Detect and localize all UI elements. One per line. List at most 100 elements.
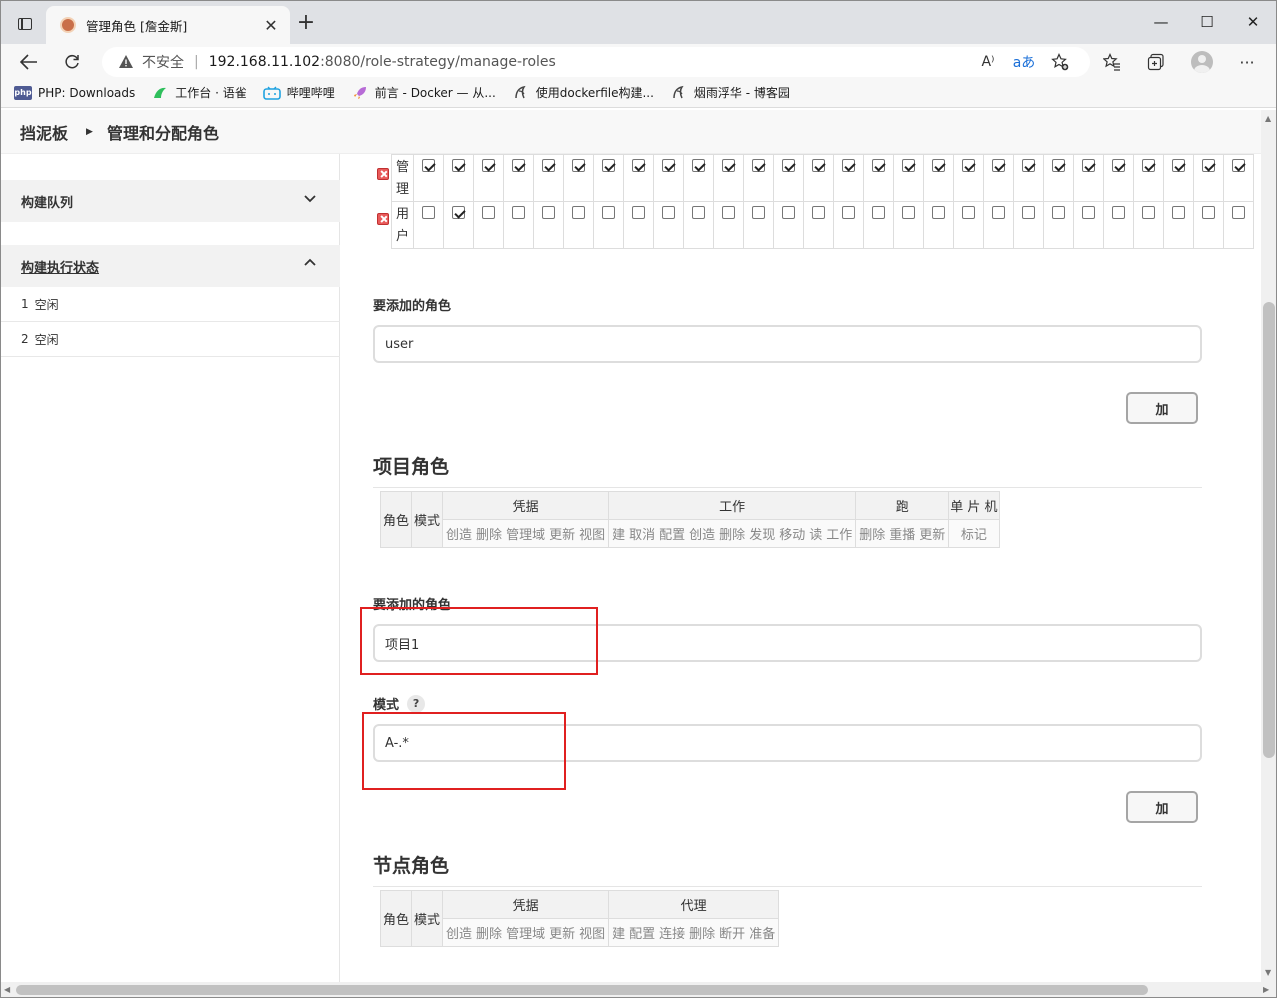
- breadcrumb-current[interactable]: 管理和分配角色: [107, 120, 219, 144]
- add-favorite-icon[interactable]: [1046, 47, 1074, 77]
- permission-checkbox[interactable]: [662, 159, 675, 172]
- permission-checkbox[interactable]: [1142, 159, 1155, 172]
- permission-checkbox[interactable]: [872, 206, 885, 219]
- tab-close-icon[interactable]: ✕: [260, 14, 282, 36]
- chevron-down-icon[interactable]: [304, 192, 316, 204]
- permission-checkbox[interactable]: [1202, 159, 1215, 172]
- executor-status-header[interactable]: 构建执行状态: [0, 245, 340, 287]
- bookmark-yuque[interactable]: 工作台 · 语雀: [151, 84, 247, 101]
- read-aloud-icon[interactable]: A⁾: [974, 47, 1002, 77]
- permission-checkbox[interactable]: [452, 159, 465, 172]
- refresh-icon[interactable]: [58, 48, 86, 76]
- permission-checkbox[interactable]: [782, 159, 795, 172]
- permission-checkbox[interactable]: [1142, 206, 1155, 219]
- permission-checkbox[interactable]: [842, 206, 855, 219]
- permission-checkbox[interactable]: [452, 206, 465, 219]
- global-role-name-input[interactable]: [373, 325, 1202, 363]
- permission-checkbox[interactable]: [782, 206, 795, 219]
- permission-checkbox[interactable]: [572, 206, 585, 219]
- permission-checkbox[interactable]: [1052, 159, 1065, 172]
- scroll-left-icon[interactable]: ◀: [4, 985, 10, 994]
- permission-checkbox[interactable]: [932, 159, 945, 172]
- translate-icon[interactable]: aあ: [1010, 47, 1038, 77]
- permission-checkbox[interactable]: [632, 159, 645, 172]
- permission-checkbox[interactable]: [1112, 159, 1125, 172]
- scroll-up-icon[interactable]: ▲: [1265, 114, 1271, 123]
- insecure-label[interactable]: 不安全: [142, 52, 184, 72]
- collections-icon[interactable]: [1142, 48, 1170, 76]
- permission-checkbox[interactable]: [1232, 206, 1245, 219]
- permission-checkbox[interactable]: [422, 159, 435, 172]
- permission-checkbox[interactable]: [602, 206, 615, 219]
- maximize-button[interactable]: ☐: [1184, 8, 1230, 36]
- permission-checkbox[interactable]: [1172, 206, 1185, 219]
- permission-checkbox[interactable]: [542, 159, 555, 172]
- permission-checkbox[interactable]: [752, 206, 765, 219]
- back-icon[interactable]: [15, 48, 43, 76]
- profile-avatar[interactable]: [1188, 48, 1216, 76]
- breadcrumb-separator-icon[interactable]: ▶: [86, 127, 93, 137]
- permission-checkbox[interactable]: [512, 206, 525, 219]
- permission-checkbox[interactable]: [1112, 206, 1125, 219]
- minimize-button[interactable]: —: [1138, 8, 1184, 36]
- close-window-button[interactable]: ✕: [1230, 8, 1276, 36]
- delete-role-icon[interactable]: [377, 168, 389, 180]
- permission-checkbox[interactable]: [992, 159, 1005, 172]
- permission-checkbox[interactable]: [692, 206, 705, 219]
- permission-checkbox[interactable]: [482, 159, 495, 172]
- tab-actions-icon[interactable]: [12, 12, 38, 36]
- permission-checkbox[interactable]: [482, 206, 495, 219]
- permission-checkbox[interactable]: [572, 159, 585, 172]
- url-bar[interactable]: 不安全 | 192.168.11.102 :8080/role-strategy…: [102, 47, 1090, 77]
- permission-checkbox[interactable]: [1082, 206, 1095, 219]
- permission-checkbox[interactable]: [992, 206, 1005, 219]
- permission-checkbox[interactable]: [842, 159, 855, 172]
- scroll-down-icon[interactable]: ▼: [1265, 968, 1271, 977]
- scroll-right-icon[interactable]: ▶: [1263, 985, 1269, 994]
- permission-checkbox[interactable]: [962, 159, 975, 172]
- chevron-up-icon[interactable]: [304, 257, 316, 269]
- breadcrumb-dashboard[interactable]: 挡泥板: [20, 120, 68, 144]
- permission-checkbox[interactable]: [902, 159, 915, 172]
- horizontal-scrollbar-thumb[interactable]: [16, 985, 1148, 995]
- permission-checkbox[interactable]: [692, 159, 705, 172]
- permission-checkbox[interactable]: [722, 159, 735, 172]
- permission-checkbox[interactable]: [1022, 159, 1035, 172]
- add-global-role-button[interactable]: 加: [1126, 392, 1198, 424]
- bookmark-bilibili[interactable]: 哔哩哔哩: [262, 84, 335, 101]
- permission-checkbox[interactable]: [932, 206, 945, 219]
- new-tab-button[interactable]: +: [294, 12, 318, 36]
- permission-checkbox[interactable]: [422, 206, 435, 219]
- permission-checkbox[interactable]: [602, 159, 615, 172]
- permission-checkbox[interactable]: [902, 206, 915, 219]
- bookmark-dockerfile[interactable]: 使用dockerfile构建...: [512, 84, 654, 101]
- bookmark-cnblogs[interactable]: 烟雨浮华 - 博客园: [670, 84, 790, 101]
- help-icon[interactable]: ?: [407, 694, 426, 713]
- vertical-scrollbar-thumb[interactable]: [1263, 302, 1275, 758]
- permission-checkbox[interactable]: [1052, 206, 1065, 219]
- permission-checkbox[interactable]: [1172, 159, 1185, 172]
- permission-checkbox[interactable]: [812, 206, 825, 219]
- permission-checkbox[interactable]: [1022, 206, 1035, 219]
- favorites-icon[interactable]: [1098, 48, 1126, 76]
- permission-checkbox[interactable]: [632, 206, 645, 219]
- permission-checkbox[interactable]: [722, 206, 735, 219]
- permission-checkbox[interactable]: [872, 159, 885, 172]
- delete-role-icon[interactable]: [377, 213, 389, 225]
- executor-status-title[interactable]: 构建执行状态: [21, 257, 99, 276]
- permission-checkbox[interactable]: [662, 206, 675, 219]
- permission-checkbox[interactable]: [812, 159, 825, 172]
- permission-checkbox[interactable]: [1082, 159, 1095, 172]
- build-queue-header[interactable]: 构建队列: [0, 180, 340, 222]
- browser-tab[interactable]: 管理角色 [詹金斯] ✕: [46, 6, 290, 44]
- bookmark-docker[interactable]: 前言 - Docker — 从...: [351, 84, 496, 101]
- warning-icon[interactable]: [118, 54, 134, 70]
- permission-checkbox[interactable]: [752, 159, 765, 172]
- more-menu-icon[interactable]: ···: [1233, 48, 1261, 76]
- permission-checkbox[interactable]: [512, 159, 525, 172]
- permission-checkbox[interactable]: [962, 206, 975, 219]
- permission-checkbox[interactable]: [1202, 206, 1215, 219]
- bookmark-php-downloads[interactable]: php PHP: Downloads: [14, 85, 135, 100]
- permission-checkbox[interactable]: [1232, 159, 1245, 172]
- permission-checkbox[interactable]: [542, 206, 555, 219]
